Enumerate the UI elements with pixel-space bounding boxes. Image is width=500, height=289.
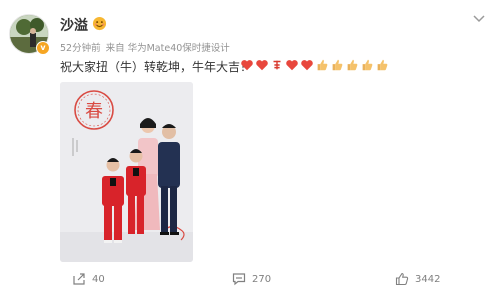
chevron-down-icon[interactable] <box>472 14 486 24</box>
fu-icon <box>271 59 283 71</box>
post-photo[interactable]: 春 <box>60 82 193 262</box>
thumbs-up-icon <box>332 59 343 71</box>
post-source: 来自 华为Mate40保时捷设计 <box>105 43 230 54</box>
thumbs-up-icon <box>347 59 358 71</box>
like-button[interactable]: 3442 <box>395 271 440 287</box>
thumbs-up-outline-icon <box>395 272 409 286</box>
thumbs-up-icon <box>362 59 373 71</box>
heart-icon <box>241 60 253 71</box>
action-bar: 40 270 3442 <box>0 271 500 289</box>
thumbs-up-icon <box>317 59 328 71</box>
spring-seal-character: 春 <box>85 101 103 122</box>
weibo-post-card: v 沙溢 52分钟前 来自 华为Mate40保时捷设计 祝大家扭（牛）转乾坤，牛年… <box>0 0 500 289</box>
verified-badge-icon: v <box>36 41 50 55</box>
post-meta: 52分钟前 来自 华为Mate40保时捷设计 <box>60 40 235 54</box>
heart-icon <box>286 60 298 71</box>
share-count: 40 <box>92 273 105 285</box>
comment-count: 270 <box>252 273 272 285</box>
heart-icon <box>301 60 313 71</box>
smiling-face-icon <box>92 16 107 31</box>
username[interactable]: 沙溢 <box>60 15 88 35</box>
emoji-row <box>240 57 389 73</box>
share-button[interactable]: 40 <box>72 271 105 287</box>
comment-button[interactable]: 270 <box>232 271 271 287</box>
heart-icon <box>256 60 268 71</box>
post-time[interactable]: 52分钟前 <box>60 43 101 54</box>
share-icon <box>73 273 85 285</box>
thumbs-up-icon <box>377 59 388 71</box>
post-text: 祝大家扭（牛）转乾坤，牛年大吉！ <box>60 60 253 74</box>
comment-icon <box>232 273 246 286</box>
like-count: 3442 <box>415 273 441 285</box>
